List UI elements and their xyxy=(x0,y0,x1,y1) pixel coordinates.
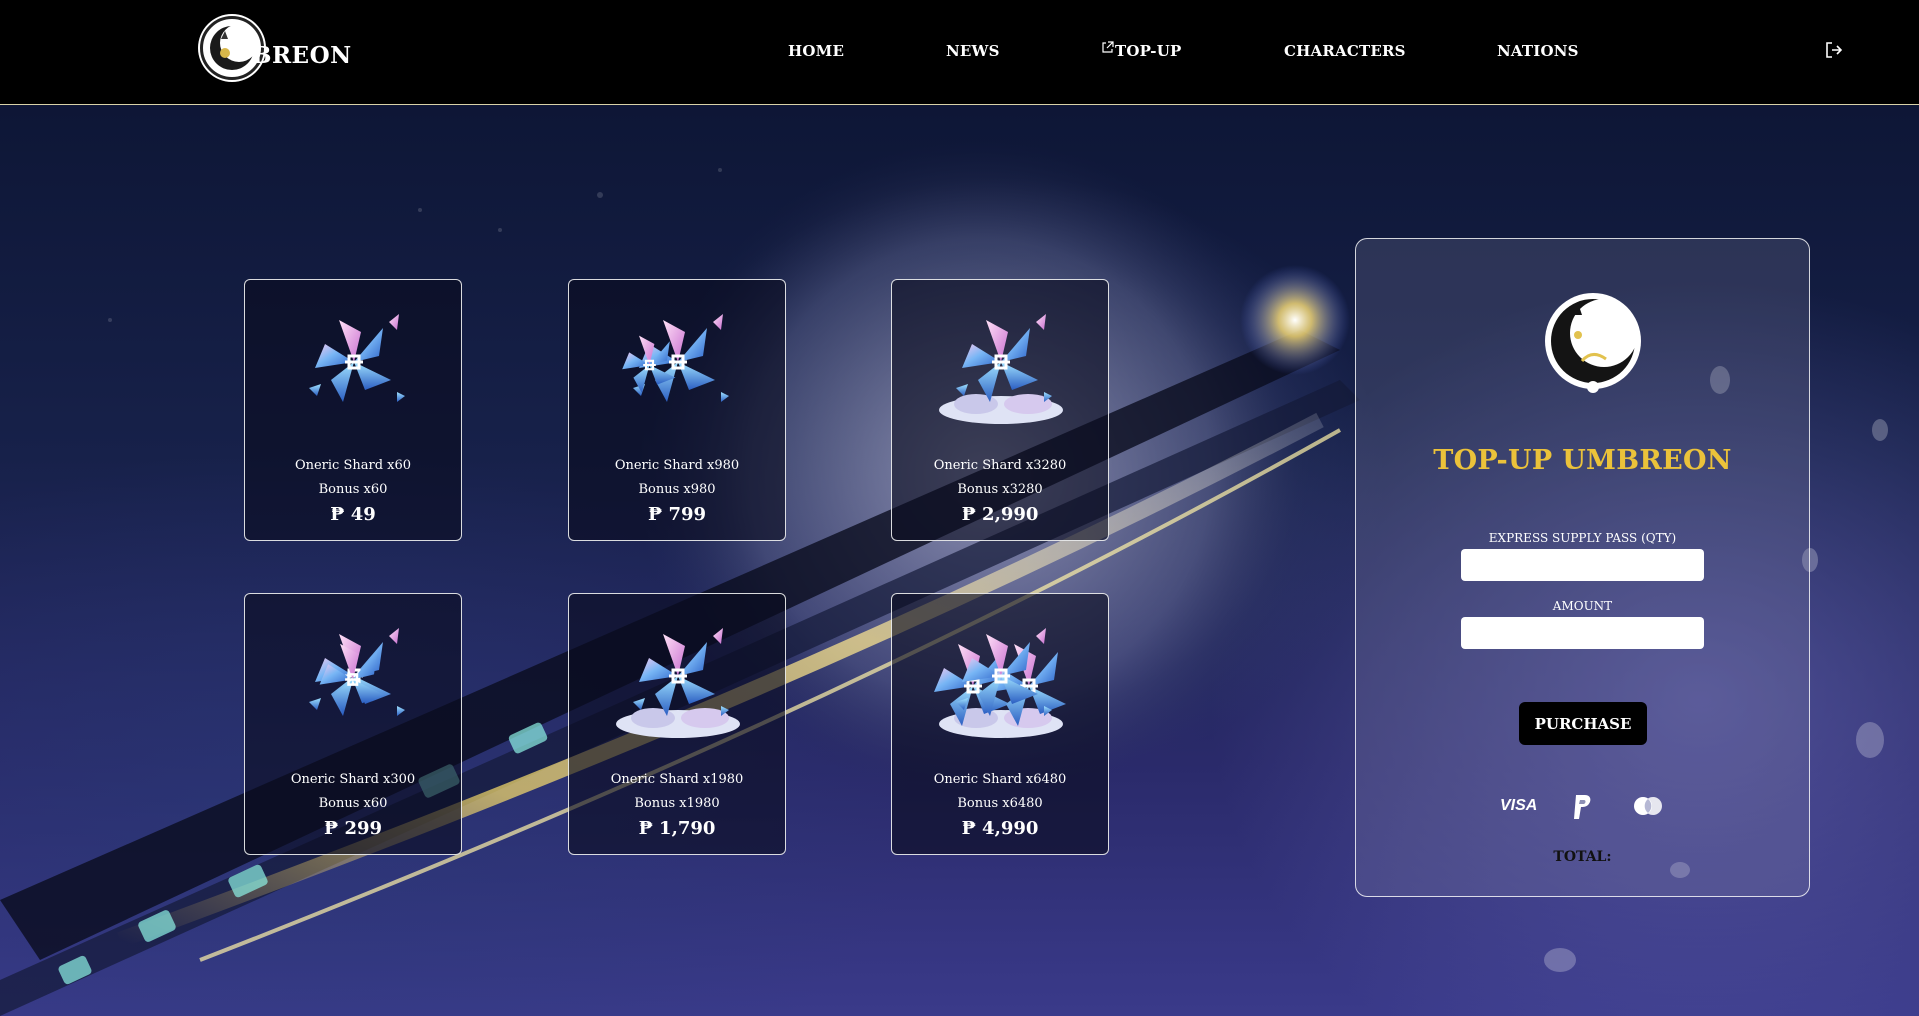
product-price: ₱ 2,990 xyxy=(961,504,1039,525)
amount-label: AMOUNT xyxy=(1552,599,1613,613)
panel-title: TOP-UP UMBREON xyxy=(1433,445,1732,476)
product-bonus: Bonus x3280 xyxy=(957,482,1043,497)
nav-topup-label: TOP-UP xyxy=(1115,42,1182,60)
product-title: Oneric Shard x980 xyxy=(614,458,740,473)
product-title: Oneric Shard x1980 xyxy=(610,772,744,787)
oneric-shard-icon xyxy=(621,314,729,404)
amount-input[interactable] xyxy=(1461,617,1704,649)
site-logo[interactable]: BREON xyxy=(200,14,352,90)
qty-label: EXPRESS SUPPLY PASS (QTY) xyxy=(1488,531,1677,545)
nav-nations[interactable]: NATIONS xyxy=(1497,42,1579,60)
umbreon-emblem-icon xyxy=(1545,293,1641,393)
product-card-1[interactable]: Oneric Shard x60 Bonus x60 ₱ 49 xyxy=(244,279,462,541)
mastercard-icon xyxy=(1634,797,1662,815)
product-price: ₱ 4,990 xyxy=(961,818,1039,839)
top-navbar: BREON HOME NEWS TOP-UP CHARACTERS NATION… xyxy=(0,0,1919,105)
product-card-3[interactable]: Oneric Shard x3280 Bonus x3280 ₱ 2,990 xyxy=(891,279,1109,541)
visa-icon: VISA xyxy=(1500,797,1538,814)
nav-home[interactable]: HOME xyxy=(788,42,844,60)
logo-text: BREON xyxy=(252,42,352,69)
oneric-shard-icon xyxy=(932,628,1068,738)
product-price: ₱ 49 xyxy=(330,504,376,525)
product-title: Oneric Shard x6480 xyxy=(933,772,1067,787)
product-price: ₱ 1,790 xyxy=(638,818,716,839)
product-bonus: Bonus x980 xyxy=(638,482,716,497)
qty-input[interactable] xyxy=(1461,549,1704,581)
product-bonus: Bonus x6480 xyxy=(957,796,1043,811)
nav-characters[interactable]: CHARACTERS xyxy=(1284,42,1406,60)
product-card-2[interactable]: Oneric Shard x980 Bonus x980 ₱ 799 xyxy=(568,279,786,541)
oneric-shard-icon xyxy=(616,628,740,738)
product-card-6[interactable]: Oneric Shard x6480 Bonus x6480 ₱ 4,990 xyxy=(891,593,1109,855)
product-card-5[interactable]: Oneric Shard x1980 Bonus x1980 ₱ 1,790 xyxy=(568,593,786,855)
product-price: ₱ 299 xyxy=(323,818,383,839)
product-price: ₱ 799 xyxy=(647,504,707,525)
product-card-4[interactable]: Oneric Shard x300 Bonus x60 ₱ 299 xyxy=(244,593,462,855)
product-title: Oneric Shard x300 xyxy=(290,772,416,787)
nav-topup[interactable]: TOP-UP xyxy=(1102,41,1182,60)
oneric-shard-icon xyxy=(309,314,405,404)
purchase-button[interactable]: PURCHASE xyxy=(1519,702,1647,745)
product-bonus: Bonus x60 xyxy=(318,796,388,811)
external-link-icon xyxy=(1102,41,1114,53)
topup-panel: TOP-UP UMBREON EXPRESS SUPPLY PASS (QTY)… xyxy=(1355,238,1810,897)
paypal-icon xyxy=(1574,795,1591,819)
logout-icon[interactable] xyxy=(1824,40,1844,60)
oneric-shard-icon xyxy=(939,314,1063,424)
oneric-shard-icon xyxy=(309,628,405,718)
nav-news[interactable]: NEWS xyxy=(946,42,1000,60)
product-bonus: Bonus x1980 xyxy=(634,796,720,811)
product-title: Oneric Shard x3280 xyxy=(933,458,1067,473)
total-label: TOTAL: xyxy=(1553,849,1612,865)
product-bonus: Bonus x60 xyxy=(318,482,388,497)
product-title: Oneric Shard x60 xyxy=(294,458,412,473)
